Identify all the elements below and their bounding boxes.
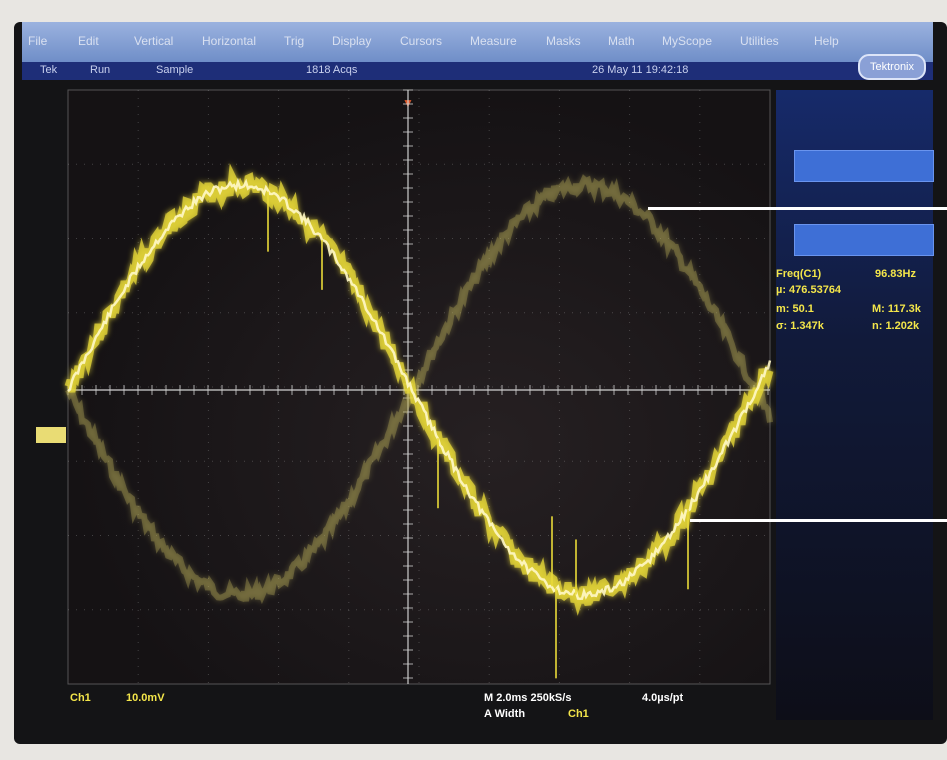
trigger-source[interactable]: Ch1 [568,708,589,720]
record-resolution: 4.0µs/pt [642,692,684,704]
trigger-type[interactable]: A Width [484,708,525,720]
waveform-svg [64,89,774,685]
channel-label[interactable]: Ch1 [70,692,91,704]
callout-line-upper [648,207,947,210]
callout-line-lower [690,519,947,522]
timebase-readout[interactable]: M 2.0ms 250kS/s [484,692,571,704]
vertical-scale[interactable]: 10.0mV [126,692,165,704]
